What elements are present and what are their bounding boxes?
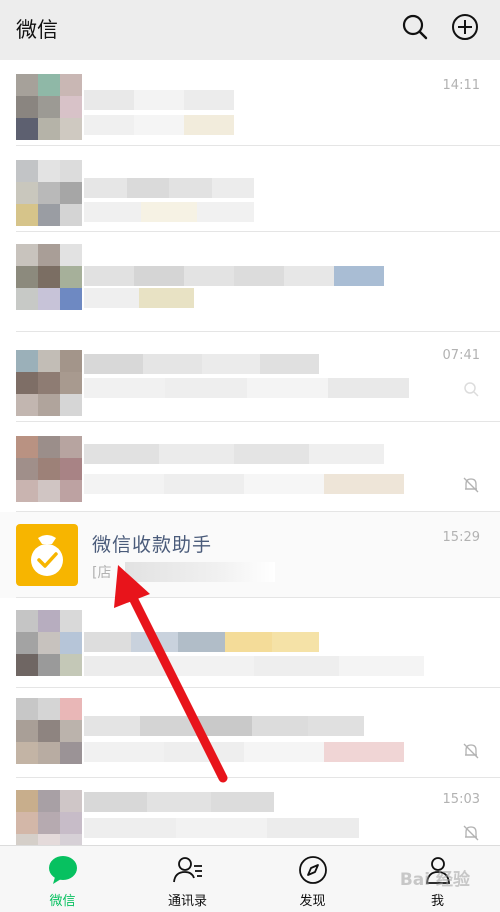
avatar — [16, 244, 82, 310]
tab-contacts[interactable]: 通讯录 — [125, 846, 250, 912]
contacts-icon — [173, 857, 202, 883]
blurred-preview — [84, 288, 194, 308]
chat-row[interactable] — [0, 688, 500, 778]
watermark: Bai 经验 — [399, 870, 470, 890]
tab-label: 通讯录 — [167, 894, 207, 909]
bottom-tab-bar: 微信 通讯录 发现 我 Bai 经验 — [0, 845, 500, 912]
search-icon[interactable] — [400, 12, 430, 42]
page-title: 微信 — [16, 18, 58, 42]
blurred-name — [84, 716, 364, 736]
chat-time: 07:41 — [442, 348, 480, 363]
chat-name: 微信收款助手 — [92, 534, 213, 556]
avatar — [16, 350, 82, 416]
blurred-preview — [84, 742, 404, 762]
tab-chats[interactable]: 微信 — [0, 846, 125, 912]
chat-row[interactable] — [0, 598, 500, 688]
blurred-name — [84, 266, 384, 286]
avatar — [16, 610, 82, 676]
blurred-name — [84, 792, 274, 812]
mute-bell-icon — [463, 743, 479, 759]
blurred-name — [84, 178, 254, 198]
top-bar: 微信 — [0, 0, 500, 56]
blurred-preview — [84, 378, 409, 398]
avatar — [16, 698, 82, 764]
mute-bell-icon — [463, 477, 479, 493]
plus-circle-icon[interactable] — [450, 12, 480, 42]
blurred-name — [84, 354, 319, 374]
chat-row-wechat-pay-assistant[interactable]: 微信收款助手 [店 15:29 — [0, 512, 500, 598]
tab-label: 我 — [430, 894, 444, 909]
avatar — [16, 74, 82, 140]
chat-bubble-icon — [49, 856, 77, 884]
blurred-preview — [84, 818, 360, 838]
money-bag-icon — [16, 524, 78, 586]
tab-label: 微信 — [49, 894, 76, 909]
chat-row[interactable]: 14:11 — [0, 60, 500, 146]
blurred-name — [84, 444, 384, 464]
chat-row[interactable] — [0, 422, 500, 512]
blurred-preview — [84, 656, 424, 676]
avatar — [16, 160, 82, 226]
blurred-preview — [84, 202, 255, 222]
chat-time: 15:03 — [442, 792, 480, 807]
blurred-preview — [84, 474, 404, 494]
blurred-name — [84, 632, 319, 652]
chat-preview: [店 — [92, 565, 112, 581]
blurred-name — [84, 90, 234, 110]
compass-icon — [299, 856, 327, 884]
tab-discover[interactable]: 发现 — [250, 846, 375, 912]
avatar — [16, 436, 82, 502]
blurred-preview — [84, 115, 234, 135]
chat-list: 14:11 07:41 微信收款助手 [店 15:29 15:03 — [0, 60, 500, 845]
chat-row[interactable]: 07:41 — [0, 332, 500, 422]
tab-label: 发现 — [299, 894, 326, 909]
blurred-preview — [125, 562, 275, 582]
search-icon — [464, 382, 479, 397]
chat-time: 14:11 — [442, 78, 480, 93]
mute-bell-icon — [463, 825, 479, 841]
avatar — [16, 790, 82, 845]
chat-time: 15:29 — [442, 530, 480, 545]
chat-row[interactable] — [0, 146, 500, 232]
chat-row[interactable]: 15:03 — [0, 778, 500, 845]
chat-row[interactable] — [0, 232, 500, 332]
